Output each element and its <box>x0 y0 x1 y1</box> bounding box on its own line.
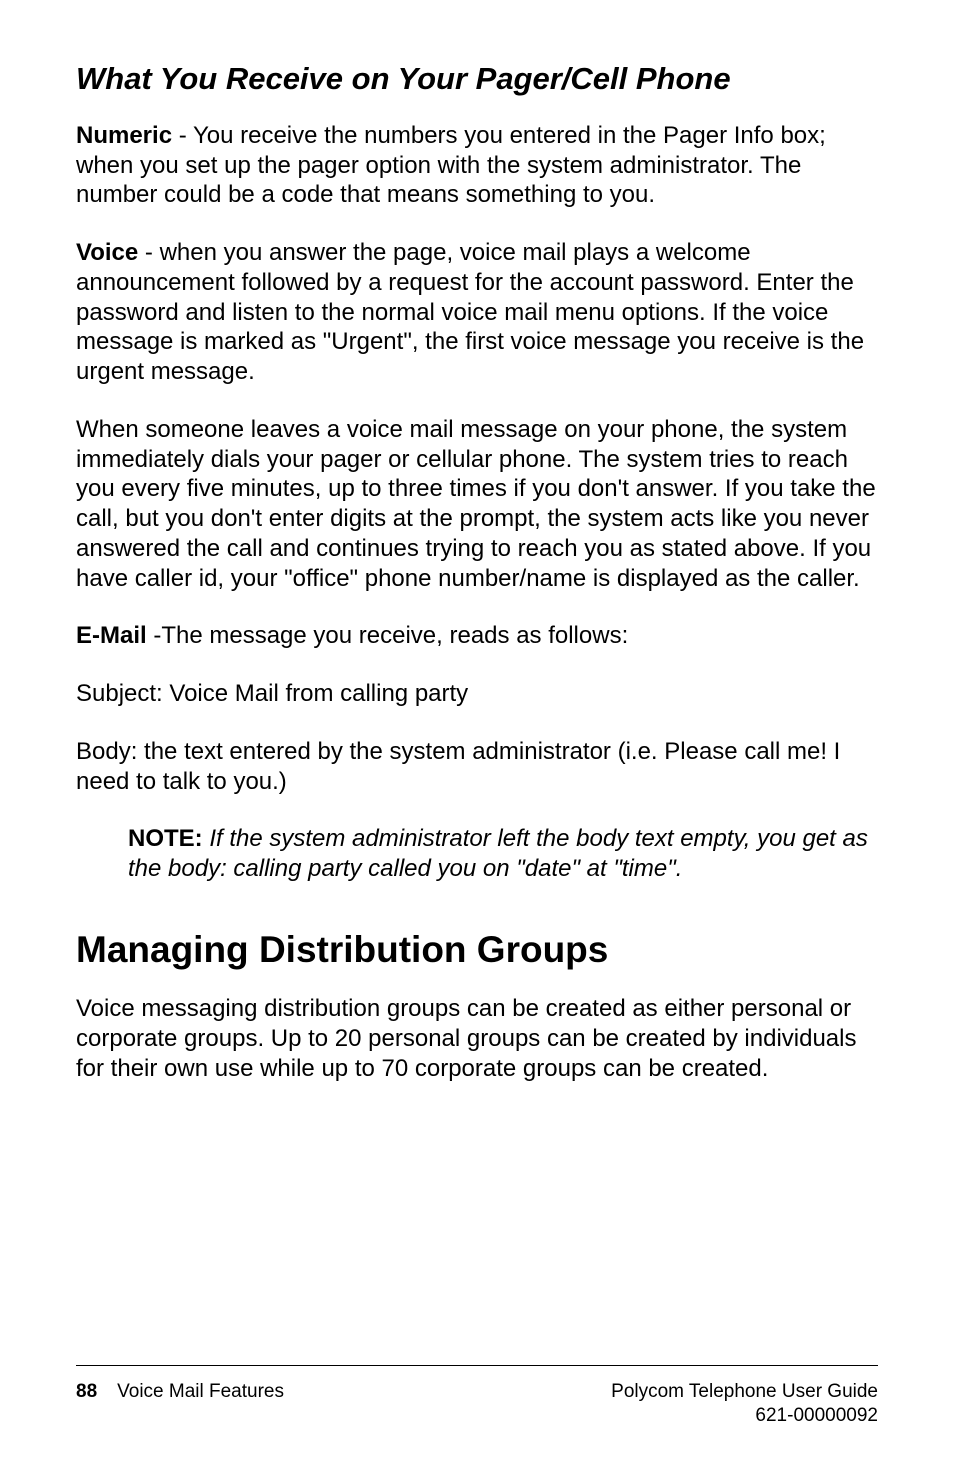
paragraph-body-text: Body: the text entered by the system adm… <box>76 737 878 797</box>
paragraph-when: When someone leaves a voice mail message… <box>76 415 878 594</box>
page-number: 88 <box>76 1380 97 1405</box>
label-voice: Voice <box>76 239 138 266</box>
paragraph-numeric: Numeric - You receive the numbers you en… <box>76 121 878 210</box>
footer-left: 88 Voice Mail Features <box>76 1380 284 1429</box>
paragraph-groups: Voice messaging distribution groups can … <box>76 994 878 1083</box>
note-block: NOTE: If the system administrator left t… <box>76 824 878 884</box>
footer-docnum: 621-00000092 <box>611 1404 878 1429</box>
text-numeric: - You receive the numbers you entered in… <box>76 122 826 209</box>
paragraph-subject: Subject: Voice Mail from calling party <box>76 679 878 709</box>
section-heading: What You Receive on Your Pager/Cell Phon… <box>76 60 878 99</box>
note-label: NOTE: <box>128 825 203 852</box>
text-voice: - when you answer the page, voice mail p… <box>76 239 864 385</box>
page-footer: 88 Voice Mail Features Polycom Telephone… <box>76 1365 878 1429</box>
label-numeric: Numeric <box>76 122 172 149</box>
paragraph-voice: Voice - when you answer the page, voice … <box>76 238 878 387</box>
document-body: What You Receive on Your Pager/Cell Phon… <box>76 60 878 1083</box>
note-text: If the system administrator left the bod… <box>128 825 868 882</box>
footer-guide: Polycom Telephone User Guide <box>611 1380 878 1405</box>
paragraph-email: E-Mail -The message you receive, reads a… <box>76 621 878 651</box>
main-heading: Managing Distribution Groups <box>76 928 878 972</box>
label-email: E-Mail <box>76 622 147 649</box>
footer-section: Voice Mail Features <box>117 1380 284 1405</box>
text-email: -The message you receive, reads as follo… <box>147 622 629 649</box>
footer-right: Polycom Telephone User Guide 621-0000009… <box>611 1380 878 1429</box>
